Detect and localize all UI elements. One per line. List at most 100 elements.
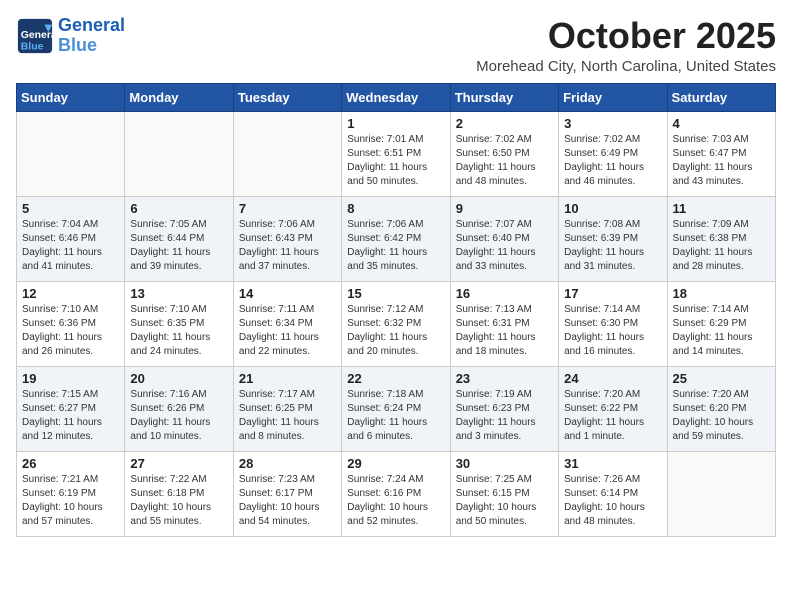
calendar-cell: 10 Sunrise: 7:08 AM Sunset: 6:39 PM Dayli… (559, 196, 667, 281)
day-number: 18 (673, 286, 770, 301)
day-info: Sunrise: 7:02 AM Sunset: 6:49 PM Dayligh… (564, 133, 661, 189)
day-info: Sunrise: 7:03 AM Sunset: 6:47 PM Dayligh… (673, 133, 770, 189)
day-info: Sunrise: 7:17 AM Sunset: 6:25 PM Dayligh… (239, 388, 336, 444)
calendar-cell: 14Sunrise: 7:11 AM Sunset: 6:34 PM Dayli… (233, 281, 341, 366)
day-info: Sunrise: 7:05 AM Sunset: 6:44 PM Dayligh… (130, 218, 227, 274)
calendar-week-row: 12Sunrise: 7:10 AM Sunset: 6:36 PM Dayli… (17, 281, 776, 366)
day-number: 12 (22, 286, 119, 301)
day-info: Sunrise: 7:21 AM Sunset: 6:19 PM Dayligh… (22, 473, 119, 529)
calendar-cell: 11 Sunrise: 7:09 AM Sunset: 6:38 PM Dayli… (667, 196, 775, 281)
day-info: Sunrise: 7:13 AM Sunset: 6:31 PM Dayligh… (456, 303, 553, 359)
day-info: Sunrise: 7:14 AM Sunset: 6:29 PM Dayligh… (673, 303, 770, 359)
location-title: Morehead City, North Carolina, United St… (476, 58, 776, 75)
calendar-cell: 30 Sunrise: 7:25 AM Sunset: 6:15 PM Dayli… (450, 451, 558, 536)
day-number: 30 (456, 456, 553, 471)
svg-text:Blue: Blue (21, 41, 44, 52)
calendar-cell (667, 451, 775, 536)
calendar-cell: 2Sunrise: 7:02 AM Sunset: 6:50 PM Daylig… (450, 111, 558, 196)
calendar-cell: 22 Sunrise: 7:18 AM Sunset: 6:24 PM Dayli… (342, 366, 450, 451)
month-title: October 2025 (476, 16, 776, 56)
day-info: Sunrise: 7:09 AM Sunset: 6:38 PM Dayligh… (673, 218, 770, 274)
day-number: 26 (22, 456, 119, 471)
day-number: 5 (22, 201, 119, 216)
day-number: 25 (673, 371, 770, 386)
day-info: Sunrise: 7:23 AM Sunset: 6:17 PM Dayligh… (239, 473, 336, 529)
calendar-cell (125, 111, 233, 196)
day-number: 19 (22, 371, 119, 386)
day-number: 21 (239, 371, 336, 386)
day-info: Sunrise: 7:07 AM Sunset: 6:40 PM Dayligh… (456, 218, 553, 274)
logo-line1: General (58, 15, 125, 35)
day-info: Sunrise: 7:25 AM Sunset: 6:15 PM Dayligh… (456, 473, 553, 529)
day-info: Sunrise: 7:10 AM Sunset: 6:35 PM Dayligh… (130, 303, 227, 359)
day-number: 2 (456, 116, 553, 131)
calendar-cell: 13 Sunrise: 7:10 AM Sunset: 6:35 PM Dayli… (125, 281, 233, 366)
calendar-cell: 20 Sunrise: 7:16 AM Sunset: 6:26 PM Dayli… (125, 366, 233, 451)
calendar-cell (233, 111, 341, 196)
day-number: 1 (347, 116, 444, 131)
title-block: October 2025 Morehead City, North Caroli… (476, 16, 776, 75)
day-number: 16 (456, 286, 553, 301)
day-number: 28 (239, 456, 336, 471)
day-info: Sunrise: 7:15 AM Sunset: 6:27 PM Dayligh… (22, 388, 119, 444)
calendar-cell: 4 Sunrise: 7:03 AM Sunset: 6:47 PM Daylig… (667, 111, 775, 196)
day-number: 24 (564, 371, 661, 386)
weekday-header-saturday: Saturday (667, 83, 775, 111)
day-info: Sunrise: 7:08 AM Sunset: 6:39 PM Dayligh… (564, 218, 661, 274)
day-info: Sunrise: 7:16 AM Sunset: 6:26 PM Dayligh… (130, 388, 227, 444)
day-info: Sunrise: 7:11 AM Sunset: 6:34 PM Dayligh… (239, 303, 336, 359)
day-number: 23 (456, 371, 553, 386)
day-number: 10 (564, 201, 661, 216)
day-info: Sunrise: 7:20 AM Sunset: 6:22 PM Dayligh… (564, 388, 661, 444)
day-number: 17 (564, 286, 661, 301)
calendar-cell: 15 Sunrise: 7:12 AM Sunset: 6:32 PM Dayli… (342, 281, 450, 366)
page-header: General Blue General Blue October 2025 M… (16, 16, 776, 75)
weekday-header-wednesday: Wednesday (342, 83, 450, 111)
calendar-cell: 26 Sunrise: 7:21 AM Sunset: 6:19 PM Dayli… (17, 451, 125, 536)
day-info: Sunrise: 7:24 AM Sunset: 6:16 PM Dayligh… (347, 473, 444, 529)
calendar-cell: 24 Sunrise: 7:20 AM Sunset: 6:22 PM Dayli… (559, 366, 667, 451)
day-info: Sunrise: 7:20 AM Sunset: 6:20 PM Dayligh… (673, 388, 770, 444)
weekday-header-monday: Monday (125, 83, 233, 111)
weekday-header-thursday: Thursday (450, 83, 558, 111)
day-number: 9 (456, 201, 553, 216)
day-info: Sunrise: 7:14 AM Sunset: 6:30 PM Dayligh… (564, 303, 661, 359)
day-info: Sunrise: 7:01 AM Sunset: 6:51 PM Dayligh… (347, 133, 444, 189)
calendar-cell: 12Sunrise: 7:10 AM Sunset: 6:36 PM Dayli… (17, 281, 125, 366)
day-number: 6 (130, 201, 227, 216)
svg-text:General: General (21, 30, 54, 41)
calendar-cell: 16 Sunrise: 7:13 AM Sunset: 6:31 PM Dayli… (450, 281, 558, 366)
day-number: 31 (564, 456, 661, 471)
calendar-week-row: 19 Sunrise: 7:15 AM Sunset: 6:27 PM Dayli… (17, 366, 776, 451)
calendar-week-row: 1 Sunrise: 7:01 AM Sunset: 6:51 PM Daylig… (17, 111, 776, 196)
calendar-cell: 23 Sunrise: 7:19 AM Sunset: 6:23 PM Dayli… (450, 366, 558, 451)
calendar-cell: 25 Sunrise: 7:20 AM Sunset: 6:20 PM Dayli… (667, 366, 775, 451)
calendar-week-row: 5 Sunrise: 7:04 AM Sunset: 6:46 PM Daylig… (17, 196, 776, 281)
calendar-cell: 18 Sunrise: 7:14 AM Sunset: 6:29 PM Dayli… (667, 281, 775, 366)
day-number: 29 (347, 456, 444, 471)
weekday-header-friday: Friday (559, 83, 667, 111)
calendar-week-row: 26 Sunrise: 7:21 AM Sunset: 6:19 PM Dayli… (17, 451, 776, 536)
calendar-cell: 17 Sunrise: 7:14 AM Sunset: 6:30 PM Dayli… (559, 281, 667, 366)
calendar-cell: 28 Sunrise: 7:23 AM Sunset: 6:17 PM Dayli… (233, 451, 341, 536)
day-number: 13 (130, 286, 227, 301)
calendar-cell: 1 Sunrise: 7:01 AM Sunset: 6:51 PM Daylig… (342, 111, 450, 196)
day-info: Sunrise: 7:18 AM Sunset: 6:24 PM Dayligh… (347, 388, 444, 444)
day-info: Sunrise: 7:12 AM Sunset: 6:32 PM Dayligh… (347, 303, 444, 359)
logo: General Blue General Blue (16, 16, 125, 56)
day-number: 20 (130, 371, 227, 386)
day-info: Sunrise: 7:22 AM Sunset: 6:18 PM Dayligh… (130, 473, 227, 529)
day-info: Sunrise: 7:26 AM Sunset: 6:14 PM Dayligh… (564, 473, 661, 529)
calendar-cell: 3Sunrise: 7:02 AM Sunset: 6:49 PM Daylig… (559, 111, 667, 196)
calendar-cell: 7Sunrise: 7:06 AM Sunset: 6:43 PM Daylig… (233, 196, 341, 281)
calendar-cell (17, 111, 125, 196)
day-info: Sunrise: 7:04 AM Sunset: 6:46 PM Dayligh… (22, 218, 119, 274)
day-number: 15 (347, 286, 444, 301)
day-info: Sunrise: 7:19 AM Sunset: 6:23 PM Dayligh… (456, 388, 553, 444)
day-number: 11 (673, 201, 770, 216)
day-number: 4 (673, 116, 770, 131)
day-number: 7 (239, 201, 336, 216)
calendar-cell: 27Sunrise: 7:22 AM Sunset: 6:18 PM Dayli… (125, 451, 233, 536)
calendar-cell: 19 Sunrise: 7:15 AM Sunset: 6:27 PM Dayli… (17, 366, 125, 451)
day-number: 22 (347, 371, 444, 386)
